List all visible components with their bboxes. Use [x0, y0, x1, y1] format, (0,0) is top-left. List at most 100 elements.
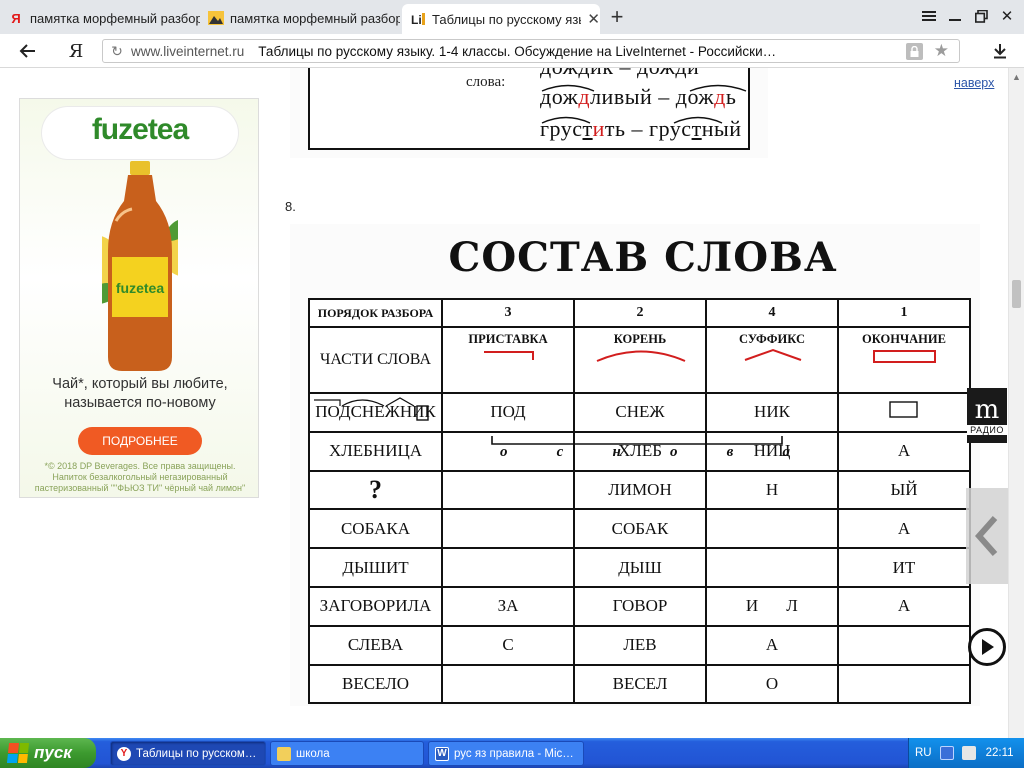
order-row: ПОРЯДОК РАЗБОРА 3 2 4 1 [308, 298, 971, 328]
ending-cell [837, 663, 971, 705]
osnova-label: о с н о в а [500, 444, 790, 461]
osnova-letter: а [782, 444, 790, 460]
page-title-in-address: Таблицы по русскому языку. 1-4 классы. О… [258, 43, 777, 59]
taskbar-item-word[interactable]: W рус яз правила - Mic… [428, 741, 584, 766]
ending-cell: ЫЙ [837, 469, 971, 511]
ad-details-button[interactable]: ПОДРОБНЕЕ [78, 427, 202, 455]
page-viewport[interactable]: fuzetea fuzetea Чай*, который вы любите,… [0, 68, 1008, 738]
order-number: 4 [705, 298, 839, 328]
root-header-cell: КОРЕНЬ [573, 326, 707, 394]
word-cell: ДЫШИТ [308, 547, 443, 588]
close-tab-icon[interactable]: ✕ [587, 10, 600, 28]
new-tab-button[interactable]: + [604, 4, 630, 30]
lock-icon[interactable] [906, 43, 923, 60]
word-cell: ? [308, 469, 443, 511]
table-row: СЛЕВА С ЛЕВ А [308, 624, 971, 666]
radio-logo: m [974, 394, 1000, 425]
scroll-to-top-link[interactable]: наверх [954, 76, 994, 90]
root-cell: ГОВОР [573, 585, 707, 627]
root-arc-mark [541, 84, 747, 92]
ending-cell [837, 624, 971, 666]
osnova-letter: о [669, 444, 678, 460]
word-morpheme-marks [314, 397, 415, 407]
prefix-label: ПРИСТАВКА [468, 332, 548, 346]
suffix-cell: О [705, 663, 839, 705]
root-cell: ЛИМОН [573, 469, 707, 511]
scrollbar-thumb[interactable] [1012, 280, 1021, 308]
ending-cell: А [837, 430, 971, 472]
start-label: пуск [34, 743, 72, 762]
clock: 22:11 [985, 747, 1014, 759]
suffix-cell [705, 508, 839, 550]
menu-icon[interactable] [916, 4, 942, 28]
taskbar-item-label: Таблицы по русском… [136, 747, 257, 760]
root-cell: СОБАК [573, 508, 707, 550]
ad-tagline: Чай*, который вы любите, называется по-н… [52, 376, 228, 411]
svg-text:Li: Li [411, 13, 422, 27]
chevron-left-icon[interactable] [966, 488, 1008, 584]
prefix-cell: ПОД [441, 392, 575, 433]
radio-widget[interactable]: m РАДИО [967, 388, 1007, 443]
language-indicator[interactable]: RU [915, 747, 932, 759]
prefix-cell [441, 469, 575, 511]
root-symbol-icon [596, 350, 686, 362]
table-row: ВЕСЕЛО ВЕСЕЛ О [308, 663, 971, 705]
yandex-icon: Я [11, 10, 21, 26]
word-icon: W [435, 746, 449, 761]
navigation-bar: Я ↻ www.liveinternet.ru Таблицы по русск… [0, 34, 1024, 68]
restore-icon[interactable] [968, 4, 994, 28]
liveinternet-icon: Li [410, 11, 426, 27]
url-domain: www.liveinternet.ru [131, 43, 245, 59]
taskbar-item-label: школа [296, 747, 330, 760]
taskbar: пуск Y Таблицы по русском… школа W рус я… [0, 738, 1024, 768]
root-cell: ЛЕВ [573, 624, 707, 666]
ending-label: ОКОНЧАНИЕ [862, 332, 946, 346]
windows-logo-icon [6, 743, 30, 763]
minimize-icon[interactable] [942, 4, 968, 28]
fragment-cut-word: дождик – дожди [540, 68, 699, 80]
close-window-icon[interactable]: ✕ [994, 4, 1020, 28]
suffix-cell [705, 547, 839, 588]
radio-label: РАДИО [967, 424, 1007, 435]
ending-symbol-icon [873, 350, 936, 363]
taskbar-item-browser[interactable]: Y Таблицы по русском… [110, 741, 266, 766]
prefix-header-cell: ПРИСТАВКА [441, 326, 575, 394]
word-cell: ВЕСЕЛО [308, 663, 443, 705]
yandex-home-button[interactable]: Я [64, 40, 88, 62]
osnova-letter: о [500, 444, 508, 460]
tab-liveinternet[interactable]: Li Таблицы по русскому язы ✕ [402, 4, 600, 34]
suffix-label: СУФФИКС [738, 332, 806, 346]
vertical-scrollbar[interactable]: ▲ [1008, 68, 1024, 738]
ending-header-cell: ОКОНЧАНИЕ [837, 326, 971, 394]
table-row: ? ЛИМОН Н ЫЙ [308, 469, 971, 511]
suffix-cell: НИК [705, 392, 839, 433]
word-structure-table: ПОРЯДОК РАЗБОРА 3 2 4 1 ЧАСТИ СЛОВА ПРИС… [308, 298, 971, 705]
scroll-up-arrow-icon[interactable]: ▲ [1012, 72, 1021, 82]
start-button[interactable]: пуск [0, 738, 96, 768]
root-cell: ВЕСЕЛ [573, 663, 707, 705]
osnova-letter: в [726, 444, 734, 460]
prefix-cell: С [441, 624, 575, 666]
back-arrow-icon[interactable] [14, 40, 40, 62]
suffix-header-cell: СУФФИКС [705, 326, 839, 394]
tab-image-search[interactable]: памятка морфемный разбор [200, 4, 400, 32]
parts-header: ЧАСТИ СЛОВА [308, 326, 443, 394]
reload-icon[interactable]: ↻ [103, 43, 131, 60]
ending-cell: А [837, 585, 971, 627]
ending-cell: А [837, 508, 971, 550]
parts-row: ЧАСТИ СЛОВА ПРИСТАВКА КОРЕНЬ СУФФИКС ОКО… [308, 326, 971, 394]
download-icon[interactable] [988, 40, 1012, 62]
folder-icon [277, 746, 291, 761]
image-icon [208, 10, 224, 26]
volume-icon[interactable] [961, 746, 976, 760]
suffix-cell: ИЛ [705, 585, 839, 627]
bookmark-star-icon[interactable]: ★ [934, 41, 949, 61]
advertisement-banner[interactable]: fuzetea fuzetea Чай*, который вы любите,… [19, 98, 259, 498]
play-icon[interactable] [968, 628, 1006, 666]
taskbar-item-folder[interactable]: школа [270, 741, 424, 766]
ending-cell [837, 392, 971, 433]
address-bar[interactable]: ↻ www.liveinternet.ru Таблицы по русском… [102, 39, 960, 63]
word-cell: ХЛЕБНИЦА [308, 430, 443, 472]
network-icon[interactable] [939, 746, 954, 760]
tab-yandex-search[interactable]: Я памятка морфемный разбор [0, 4, 200, 32]
